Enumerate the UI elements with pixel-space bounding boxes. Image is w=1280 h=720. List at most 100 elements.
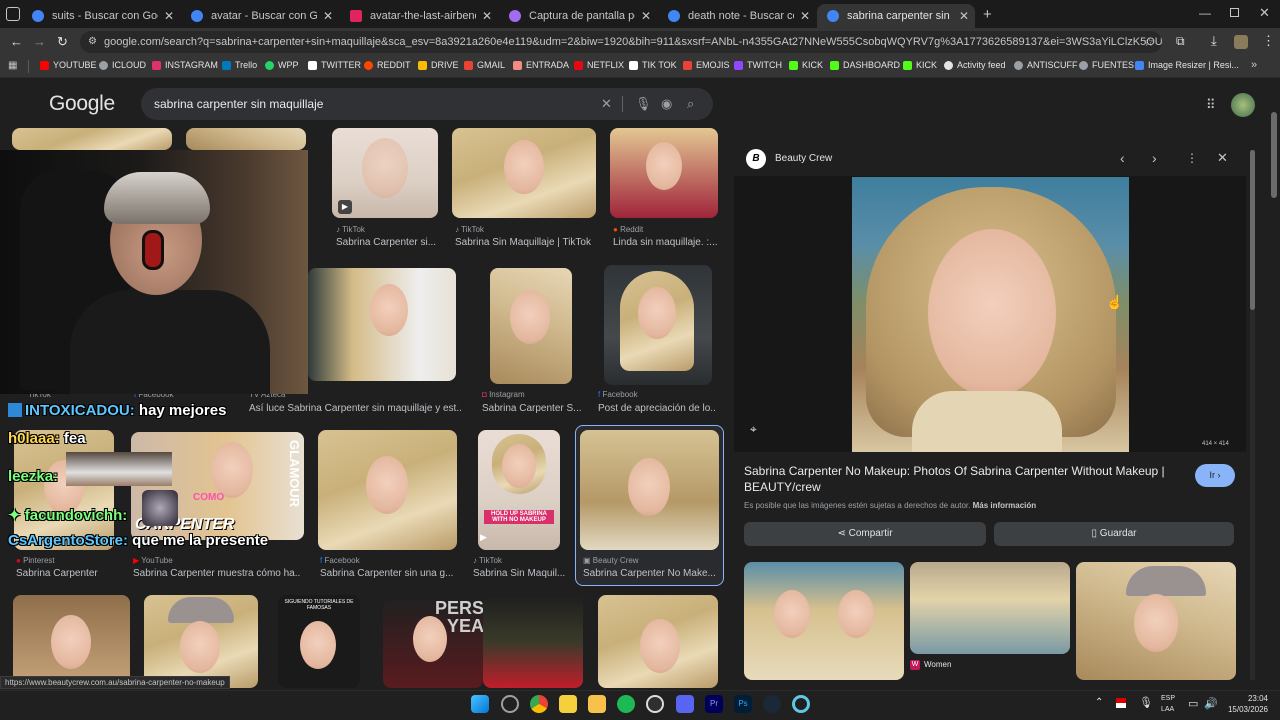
back-icon[interactable]: ← bbox=[10, 34, 23, 49]
result-title[interactable]: Sabrina Carpenter sin una g... bbox=[320, 568, 456, 579]
task-app-icon[interactable] bbox=[501, 695, 519, 713]
tab-suits[interactable]: suits - Buscar con Google ✕ bbox=[22, 4, 180, 28]
close-tab-icon[interactable]: ✕ bbox=[482, 9, 492, 23]
bookmark-netflix[interactable]: NETFLIX bbox=[574, 60, 624, 70]
menu-icon[interactable]: ⋮ bbox=[1262, 33, 1275, 49]
minimize-icon[interactable]: — bbox=[1199, 6, 1211, 20]
result-thumb[interactable] bbox=[13, 595, 130, 688]
close-tab-icon[interactable]: ✕ bbox=[164, 9, 174, 23]
tray-flag-icon[interactable] bbox=[1116, 698, 1126, 708]
result-title[interactable]: Así luce Sabrina Carpenter sin maquillaj… bbox=[249, 403, 461, 414]
result-thumb[interactable]: ▶ bbox=[332, 128, 438, 218]
tab-sabrina[interactable]: sabrina carpenter sin maquillaje ✕ bbox=[817, 4, 975, 28]
bookmark-gmail[interactable]: GMAIL bbox=[464, 60, 505, 70]
sticky-notes-icon[interactable] bbox=[559, 695, 577, 713]
lens-icon[interactable]: ⌖ bbox=[750, 422, 757, 437]
next-image-icon[interactable]: › bbox=[1152, 150, 1157, 166]
panel-site-name[interactable]: Beauty Crew bbox=[775, 153, 832, 164]
bookmark-image-resizer[interactable]: Image Resizer | Resi... bbox=[1135, 60, 1239, 70]
result-thumb[interactable] bbox=[610, 128, 718, 218]
tab-death-note[interactable]: death note - Buscar con Google ✕ bbox=[658, 4, 816, 28]
result-title[interactable]: Sabrina Carpenter S... bbox=[482, 403, 582, 414]
prev-image-icon[interactable]: ‹ bbox=[1120, 150, 1125, 166]
bookmark-emojis[interactable]: EMOJIS bbox=[683, 60, 730, 70]
keyboard-layout[interactable]: LAA bbox=[1161, 706, 1174, 713]
result-title[interactable]: Sabrina Carpenter bbox=[16, 568, 116, 579]
result-title[interactable]: Sabrina Carpenter No Make... bbox=[583, 568, 717, 579]
bookmark-trello[interactable]: Trello bbox=[222, 60, 257, 70]
close-panel-icon[interactable]: ✕ bbox=[1217, 150, 1228, 166]
search-input[interactable]: sabrina carpenter sin maquillaje ✕ 🎙 ◉ ⌕ bbox=[141, 88, 713, 120]
result-title[interactable]: Sabrina Carpenter si... bbox=[336, 237, 436, 248]
steam-icon[interactable] bbox=[763, 695, 781, 713]
result-title[interactable]: Post de apreciación de lo... bbox=[598, 403, 716, 414]
chrome-icon[interactable] bbox=[530, 695, 548, 713]
result-thumb[interactable]: SIGUIENDO TUTORIALES DE FAMOSAS bbox=[278, 595, 360, 688]
page-scrollbar[interactable] bbox=[1271, 112, 1277, 677]
search-icon[interactable]: ⌕ bbox=[687, 97, 694, 111]
bookmark-icloud[interactable]: ICLOUD bbox=[99, 60, 146, 70]
result-thumb[interactable] bbox=[452, 128, 596, 218]
site-info-icon[interactable]: ⚙ bbox=[88, 31, 97, 53]
result-title[interactable]: Sabrina Carpenter muestra cómo ha... bbox=[133, 568, 301, 579]
tray-chevron-icon[interactable]: ⌃ bbox=[1095, 697, 1103, 708]
bookmark-fuentes[interactable]: FUENTES bbox=[1079, 60, 1134, 70]
spotify-icon[interactable] bbox=[617, 695, 635, 713]
related-source[interactable]: Women bbox=[924, 660, 951, 669]
related-thumb[interactable] bbox=[744, 562, 904, 680]
close-tab-icon[interactable]: ✕ bbox=[641, 9, 651, 23]
close-window-icon[interactable]: ✕ bbox=[1259, 5, 1270, 21]
photoshop-icon[interactable]: Ps bbox=[734, 695, 752, 713]
result-title[interactable]: Linda sin maquillaje. :... bbox=[613, 237, 717, 248]
profile-extension-icon[interactable] bbox=[1234, 35, 1248, 49]
result-thumb[interactable] bbox=[144, 595, 258, 688]
preview-image[interactable] bbox=[852, 177, 1129, 452]
forward-icon[interactable]: → bbox=[33, 34, 46, 49]
result-thumb[interactable] bbox=[308, 268, 456, 381]
result-thumb[interactable] bbox=[318, 430, 457, 550]
premiere-pro-icon[interactable]: Pr bbox=[705, 695, 723, 713]
bookmark-reddit[interactable]: REDDIT bbox=[364, 60, 411, 70]
microphone-icon[interactable]: 🎙 bbox=[1139, 696, 1153, 709]
result-thumb[interactable] bbox=[12, 128, 172, 150]
result-title[interactable]: Sabrina Sin Maquil... bbox=[473, 568, 565, 579]
panel-title[interactable]: Sabrina Carpenter No Makeup: Photos Of S… bbox=[744, 463, 1184, 495]
result-thumb[interactable] bbox=[490, 268, 572, 384]
visit-button[interactable]: Ir › bbox=[1195, 464, 1235, 487]
bookmark-youtube[interactable]: YOUTUBE bbox=[40, 60, 97, 70]
save-button[interactable]: ▯ Guardar bbox=[994, 522, 1234, 546]
clock-time[interactable]: 23:04 bbox=[1234, 694, 1268, 703]
volume-icon[interactable]: 🔊 bbox=[1204, 697, 1218, 710]
scrollbar[interactable] bbox=[1250, 150, 1255, 680]
more-bookmarks-icon[interactable]: » bbox=[1251, 59, 1257, 71]
page-scrollbar-thumb[interactable] bbox=[1271, 112, 1277, 198]
bookmark-kick-2[interactable]: KICK bbox=[903, 60, 937, 70]
voice-search-icon[interactable]: 🎙 bbox=[635, 97, 652, 111]
google-apps-icon[interactable]: ⠿ bbox=[1206, 97, 1216, 113]
result-thumb-selected[interactable] bbox=[580, 430, 719, 550]
windows-start-icon[interactable] bbox=[471, 695, 489, 713]
discord-icon[interactable] bbox=[676, 695, 694, 713]
result-thumb[interactable] bbox=[598, 595, 718, 688]
address-bar[interactable]: ⚙ google.com/search?q=sabrina+carpenter+… bbox=[80, 31, 1162, 53]
restore-icon[interactable] bbox=[1230, 8, 1239, 17]
tab-avatar-article[interactable]: avatar-the-last-airbender-is-ge ✕ bbox=[340, 4, 498, 28]
apps-grid-icon[interactable]: ▦ bbox=[8, 60, 17, 71]
bookmark-dashboard[interactable]: DASHBOARD bbox=[830, 60, 900, 70]
obs-icon[interactable] bbox=[646, 695, 664, 713]
clock-date[interactable]: 15/03/2026 bbox=[1224, 705, 1268, 714]
bookmark-tiktok[interactable]: TIK TOK bbox=[629, 60, 677, 70]
more-options-icon[interactable]: ⋮ bbox=[1186, 151, 1198, 165]
bookmark-entrada[interactable]: ENTRADA bbox=[513, 60, 569, 70]
result-thumb[interactable] bbox=[604, 265, 712, 385]
result-thumb[interactable]: HOLD UP SABRINA WITH NO MAKEUP ▶ bbox=[478, 430, 560, 550]
close-tab-icon[interactable]: ✕ bbox=[959, 9, 969, 23]
clear-search-icon[interactable]: ✕ bbox=[601, 97, 612, 111]
share-button[interactable]: ⋖ Compartir bbox=[744, 522, 986, 546]
account-avatar[interactable] bbox=[1231, 93, 1255, 117]
bookmark-instagram[interactable]: INSTAGRAM bbox=[152, 60, 218, 70]
tab-search-icon[interactable] bbox=[6, 7, 20, 21]
result-thumb[interactable] bbox=[186, 128, 306, 150]
bookmark-whatsapp[interactable]: WPP bbox=[265, 60, 299, 70]
result-thumb[interactable]: PERSO YEA bbox=[383, 598, 483, 688]
